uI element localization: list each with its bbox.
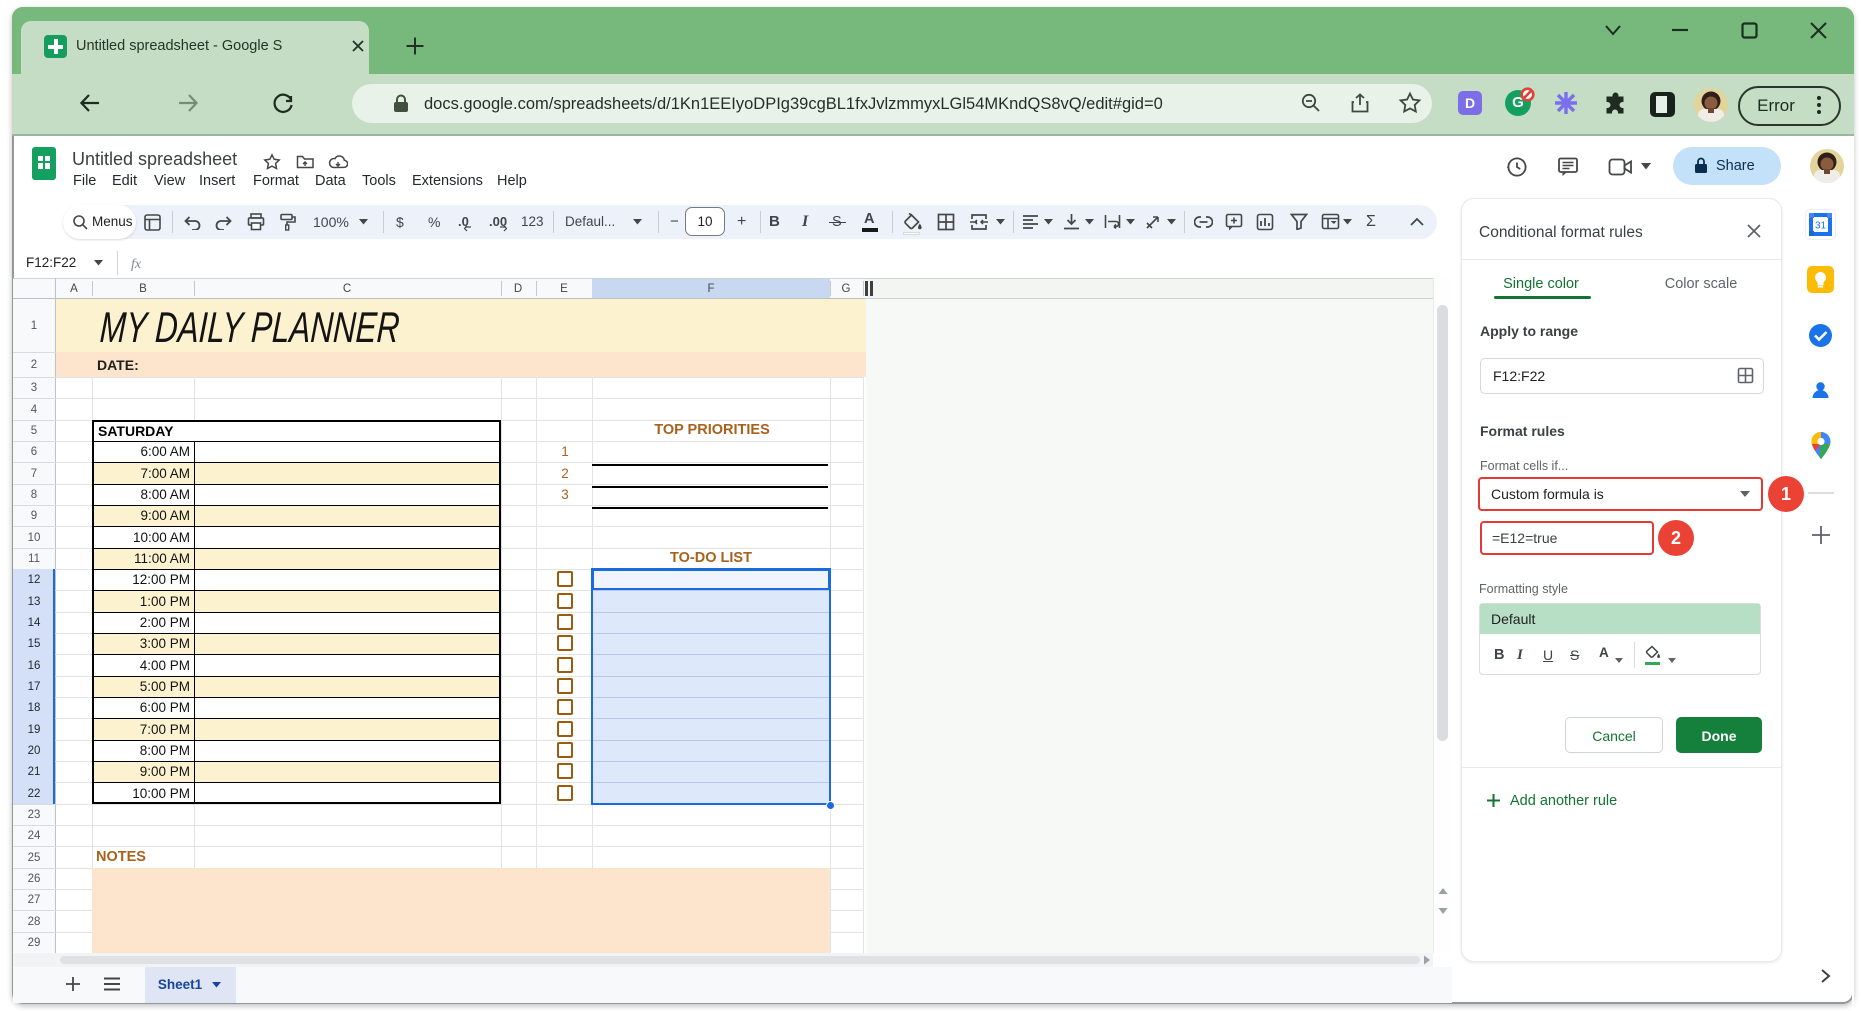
svg-text:31: 31 xyxy=(1815,221,1827,232)
